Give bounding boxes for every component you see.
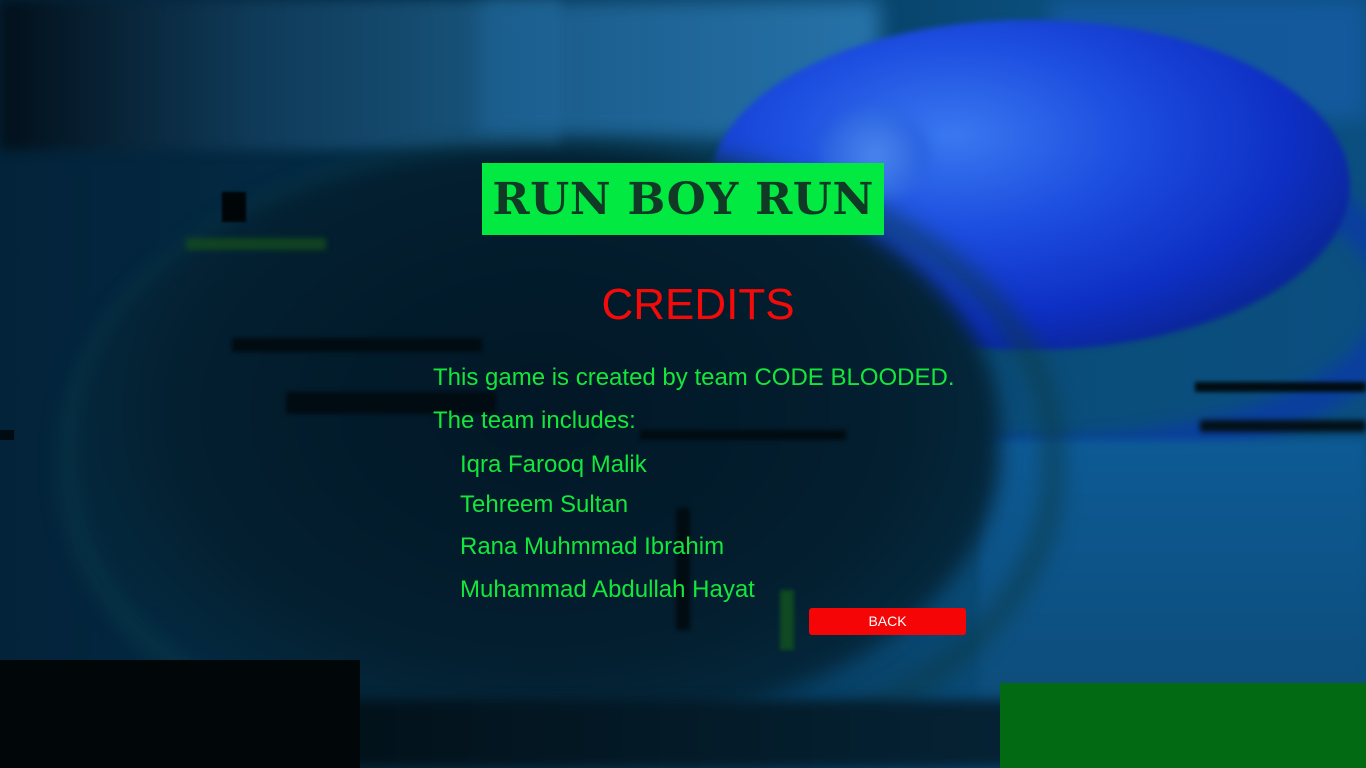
background-dark-corner	[0, 660, 360, 768]
background-right-block	[980, 440, 1366, 700]
background-shadow-bar	[1195, 382, 1366, 392]
credits-screen: RUN BOY RUN CREDITS This game is created…	[0, 0, 1366, 768]
game-logo-text: RUN BOY RUN	[492, 173, 874, 225]
team-member-name: Tehreem Sultan	[460, 491, 629, 518]
background-floor	[300, 700, 1020, 768]
team-member-name: Muhammad Abdullah Hayat	[460, 576, 755, 603]
background-green-streak	[186, 238, 326, 250]
background-shadow-bar	[1200, 420, 1366, 432]
background-green-post	[780, 590, 794, 650]
back-button[interactable]: BACK	[809, 608, 966, 635]
background-dark-blob	[80, 150, 1000, 730]
background-scene-panel	[1050, 0, 1366, 120]
background-shadow-bar	[0, 430, 14, 440]
background-scene-wall	[0, 0, 560, 150]
game-logo: RUN BOY RUN	[482, 163, 884, 235]
background-green-block	[1000, 683, 1366, 768]
credits-intro-text: This game is created by team CODE BLOODE…	[433, 364, 955, 391]
background-shadow-bar	[232, 338, 482, 352]
background-scene-light	[480, 0, 880, 140]
team-member-name: Iqra Farooq Malik	[460, 451, 647, 478]
team-member-name: Rana Muhmmad Ibrahim	[460, 533, 725, 560]
background-dark-post	[676, 508, 690, 630]
background-dark-square	[222, 192, 246, 222]
team-heading: The team includes:	[433, 407, 636, 434]
background-shadow-bar	[640, 430, 846, 440]
page-title: CREDITS	[601, 280, 795, 329]
